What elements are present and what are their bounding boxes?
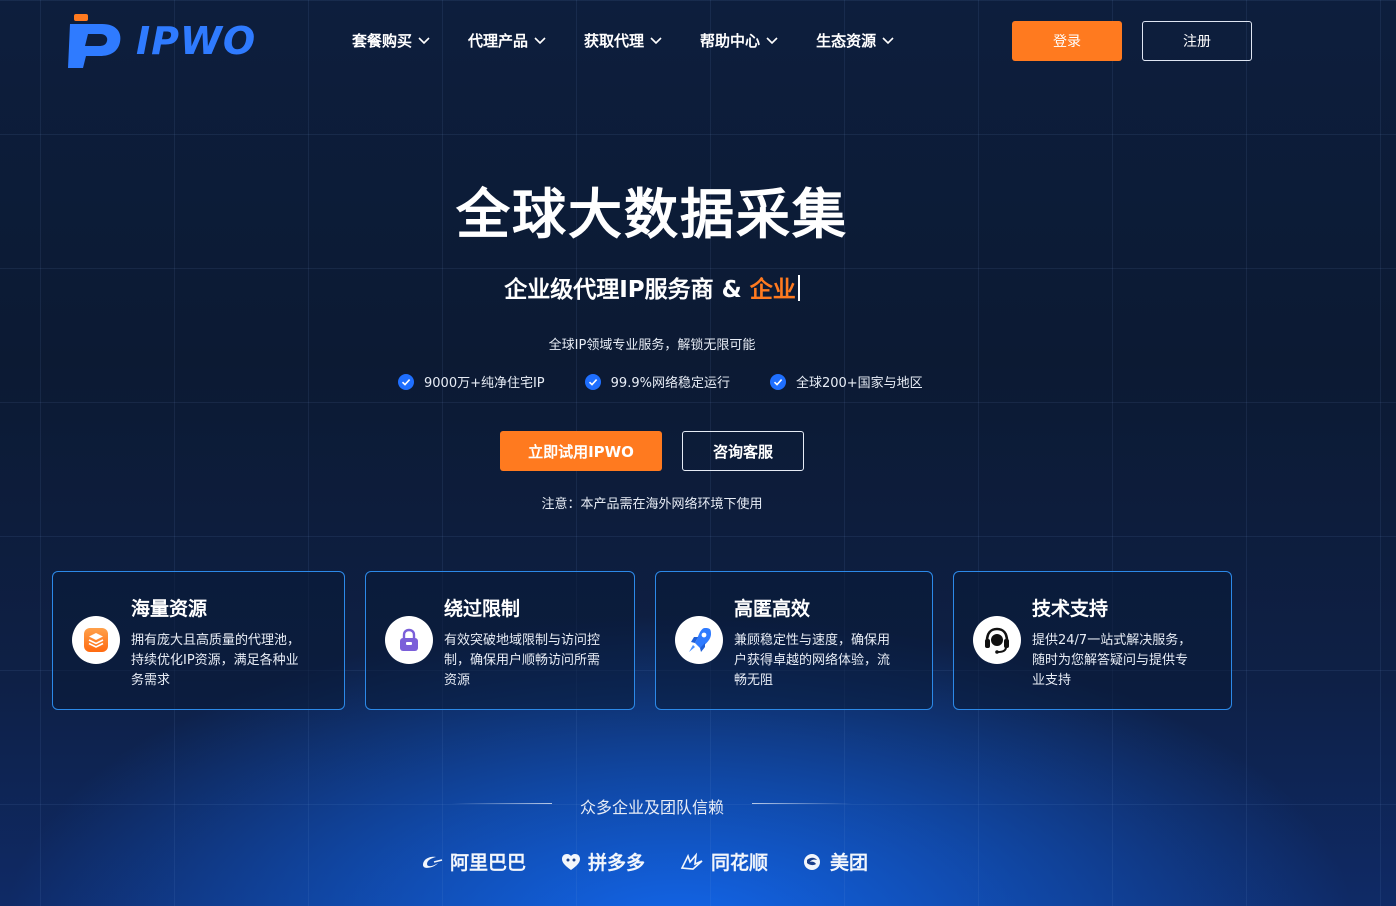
chevron-down-icon	[882, 36, 894, 44]
partner-name: 同花顺	[711, 852, 769, 874]
card-desc-line: 提供24/7一站式解决服务，	[1032, 633, 1192, 648]
card-icon-wrap	[385, 616, 433, 664]
nav-label: 生态资源	[816, 32, 877, 50]
usage-notice: 注意：本产品需在海外网络环境下使用	[541, 497, 763, 512]
feature-card-resources: 海量资源 拥有庞大且高质量的代理池， 持续优化IP资源，满足各种业 务需求	[52, 571, 345, 710]
chevron-down-icon	[650, 36, 662, 44]
card-desc-line: 畅无阻	[734, 673, 774, 688]
feature-card-anonymous: 高匿高效 兼顾稳定性与速度，确保用 户获得卓越的网络体验，流 畅无阻	[655, 571, 933, 710]
card-desc-line: 制，确保用户顺畅访问所需	[444, 653, 601, 668]
check-circle-icon	[398, 373, 414, 390]
partner-meituan: 美团	[802, 848, 868, 875]
nav-label: 代理产品	[468, 32, 529, 50]
feature-label: 9000万+纯净住宅IP	[424, 376, 545, 391]
nav-item-help[interactable]: 帮助中心	[700, 30, 778, 51]
register-button[interactable]: 注册	[1142, 21, 1252, 61]
chevron-down-icon	[418, 36, 430, 44]
nav-label: 获取代理	[584, 32, 645, 50]
card-desc-line: 随时为您解答疑问与提供专	[1032, 653, 1189, 668]
typing-caret	[797, 275, 800, 301]
feature-card-support: 技术支持 提供24/7一站式解决服务， 随时为您解答疑问与提供专 业支持	[953, 571, 1232, 710]
nav-item-get-proxy[interactable]: 获取代理	[584, 30, 662, 51]
nav-label: 套餐购买	[352, 32, 413, 50]
card-title: 绕过限制	[444, 598, 521, 620]
hero-subtitle: 企业级代理IP服务商 & 企业	[0, 270, 1304, 304]
check-circle-icon	[769, 373, 786, 390]
card-title: 海量资源	[131, 598, 208, 620]
main-nav: 套餐购买 代理产品 获取代理 帮助中心 生态资源	[352, 30, 932, 51]
chevron-down-icon	[534, 36, 546, 44]
partner-alibaba: 阿里巴巴	[420, 848, 526, 875]
card-desc-line: 资源	[444, 673, 471, 688]
brand-logo[interactable]: IPWO	[64, 12, 256, 70]
feature-label: 全球200+国家与地区	[795, 376, 923, 391]
nav-item-plans[interactable]: 套餐购买	[352, 30, 430, 51]
card-title: 技术支持	[1032, 598, 1109, 620]
site-header: IPWO 套餐购买 代理产品 获取代理 帮助中心 生态资源 登录 注册	[0, 0, 1396, 84]
hero-title: 全球大数据采集	[456, 183, 848, 246]
nav-item-products[interactable]: 代理产品	[468, 30, 546, 51]
hero-subtitle-accent: 企业	[749, 277, 796, 303]
card-title: 高匿高效	[734, 598, 811, 620]
hero-subtitle-prefix: 企业级代理IP服务商 &	[504, 277, 750, 303]
headset-icon	[985, 627, 1009, 654]
trusted-title: 众多企业及团队信赖	[579, 798, 724, 817]
card-desc-line: 兼顾稳定性与速度，确保用	[734, 633, 891, 648]
card-description: 提供24/7一站式解决服务， 随时为您解答疑问与提供专 业支持	[1032, 631, 1191, 691]
partner-name: 阿里巴巴	[450, 852, 527, 874]
hero-description: 全球IP领域专业服务，解锁无限可能	[548, 338, 756, 353]
card-icon-wrap	[675, 616, 723, 664]
card-desc-line: 有效突破地域限制与访问控	[444, 633, 601, 648]
layers-icon	[84, 628, 108, 652]
alibaba-logo-icon	[423, 856, 443, 868]
card-description: 拥有庞大且高质量的代理池， 持续优化IP资源，满足各种业 务需求	[131, 631, 300, 691]
card-desc-line: 务需求	[131, 673, 171, 688]
card-desc-line: 户获得卓越的网络体验，流	[734, 653, 891, 668]
card-desc-line: 业支持	[1032, 673, 1072, 688]
feature-item: 全球200+国家与地区	[769, 372, 923, 391]
consult-support-button[interactable]: 咨询客服	[682, 431, 804, 471]
brand-name: IPWO	[136, 19, 257, 63]
chevron-down-icon	[766, 36, 778, 44]
tonghuashun-logo-icon	[680, 852, 703, 870]
try-now-button[interactable]: 立即试用IPWO	[500, 431, 662, 471]
partner-name: 美团	[830, 852, 869, 874]
partner-logos: 阿里巴巴 拼多多 同花顺 美团	[420, 848, 902, 875]
feature-item: 99.9%网络稳定运行	[584, 372, 730, 391]
card-desc-line: 持续优化IP资源，满足各种业	[131, 653, 299, 668]
partner-name: 拼多多	[588, 852, 646, 874]
hero-features: 9000万+纯净住宅IP 99.9%网络稳定运行 全球200+国家与地区	[398, 372, 963, 391]
meituan-logo-icon	[804, 853, 821, 870]
pinduoduo-logo-icon	[562, 853, 581, 870]
logo-mark-icon	[68, 14, 121, 68]
card-description: 兼顾稳定性与速度，确保用 户获得卓越的网络体验，流 畅无阻	[734, 631, 890, 691]
check-circle-icon	[584, 373, 601, 390]
feature-label: 99.9%网络稳定运行	[610, 376, 730, 391]
feature-card-bypass: 绕过限制 有效突破地域限制与访问控 制，确保用户顺畅访问所需 资源	[365, 571, 635, 710]
lock-icon	[400, 628, 418, 651]
card-description: 有效突破地域限制与访问控 制，确保用户顺畅访问所需 资源	[444, 631, 600, 691]
card-icon-wrap	[72, 616, 120, 664]
feature-item: 9000万+纯净住宅IP	[398, 372, 545, 391]
nav-item-ecosystem[interactable]: 生态资源	[816, 30, 894, 51]
rocket-icon	[689, 628, 711, 652]
card-desc-line: 拥有庞大且高质量的代理池，	[131, 633, 301, 648]
partner-pinduoduo: 拼多多	[560, 848, 645, 875]
nav-label: 帮助中心	[700, 32, 761, 50]
partner-tonghuashun: 同花顺	[679, 848, 768, 875]
login-button[interactable]: 登录	[1012, 21, 1122, 61]
card-icon-wrap	[973, 616, 1021, 664]
